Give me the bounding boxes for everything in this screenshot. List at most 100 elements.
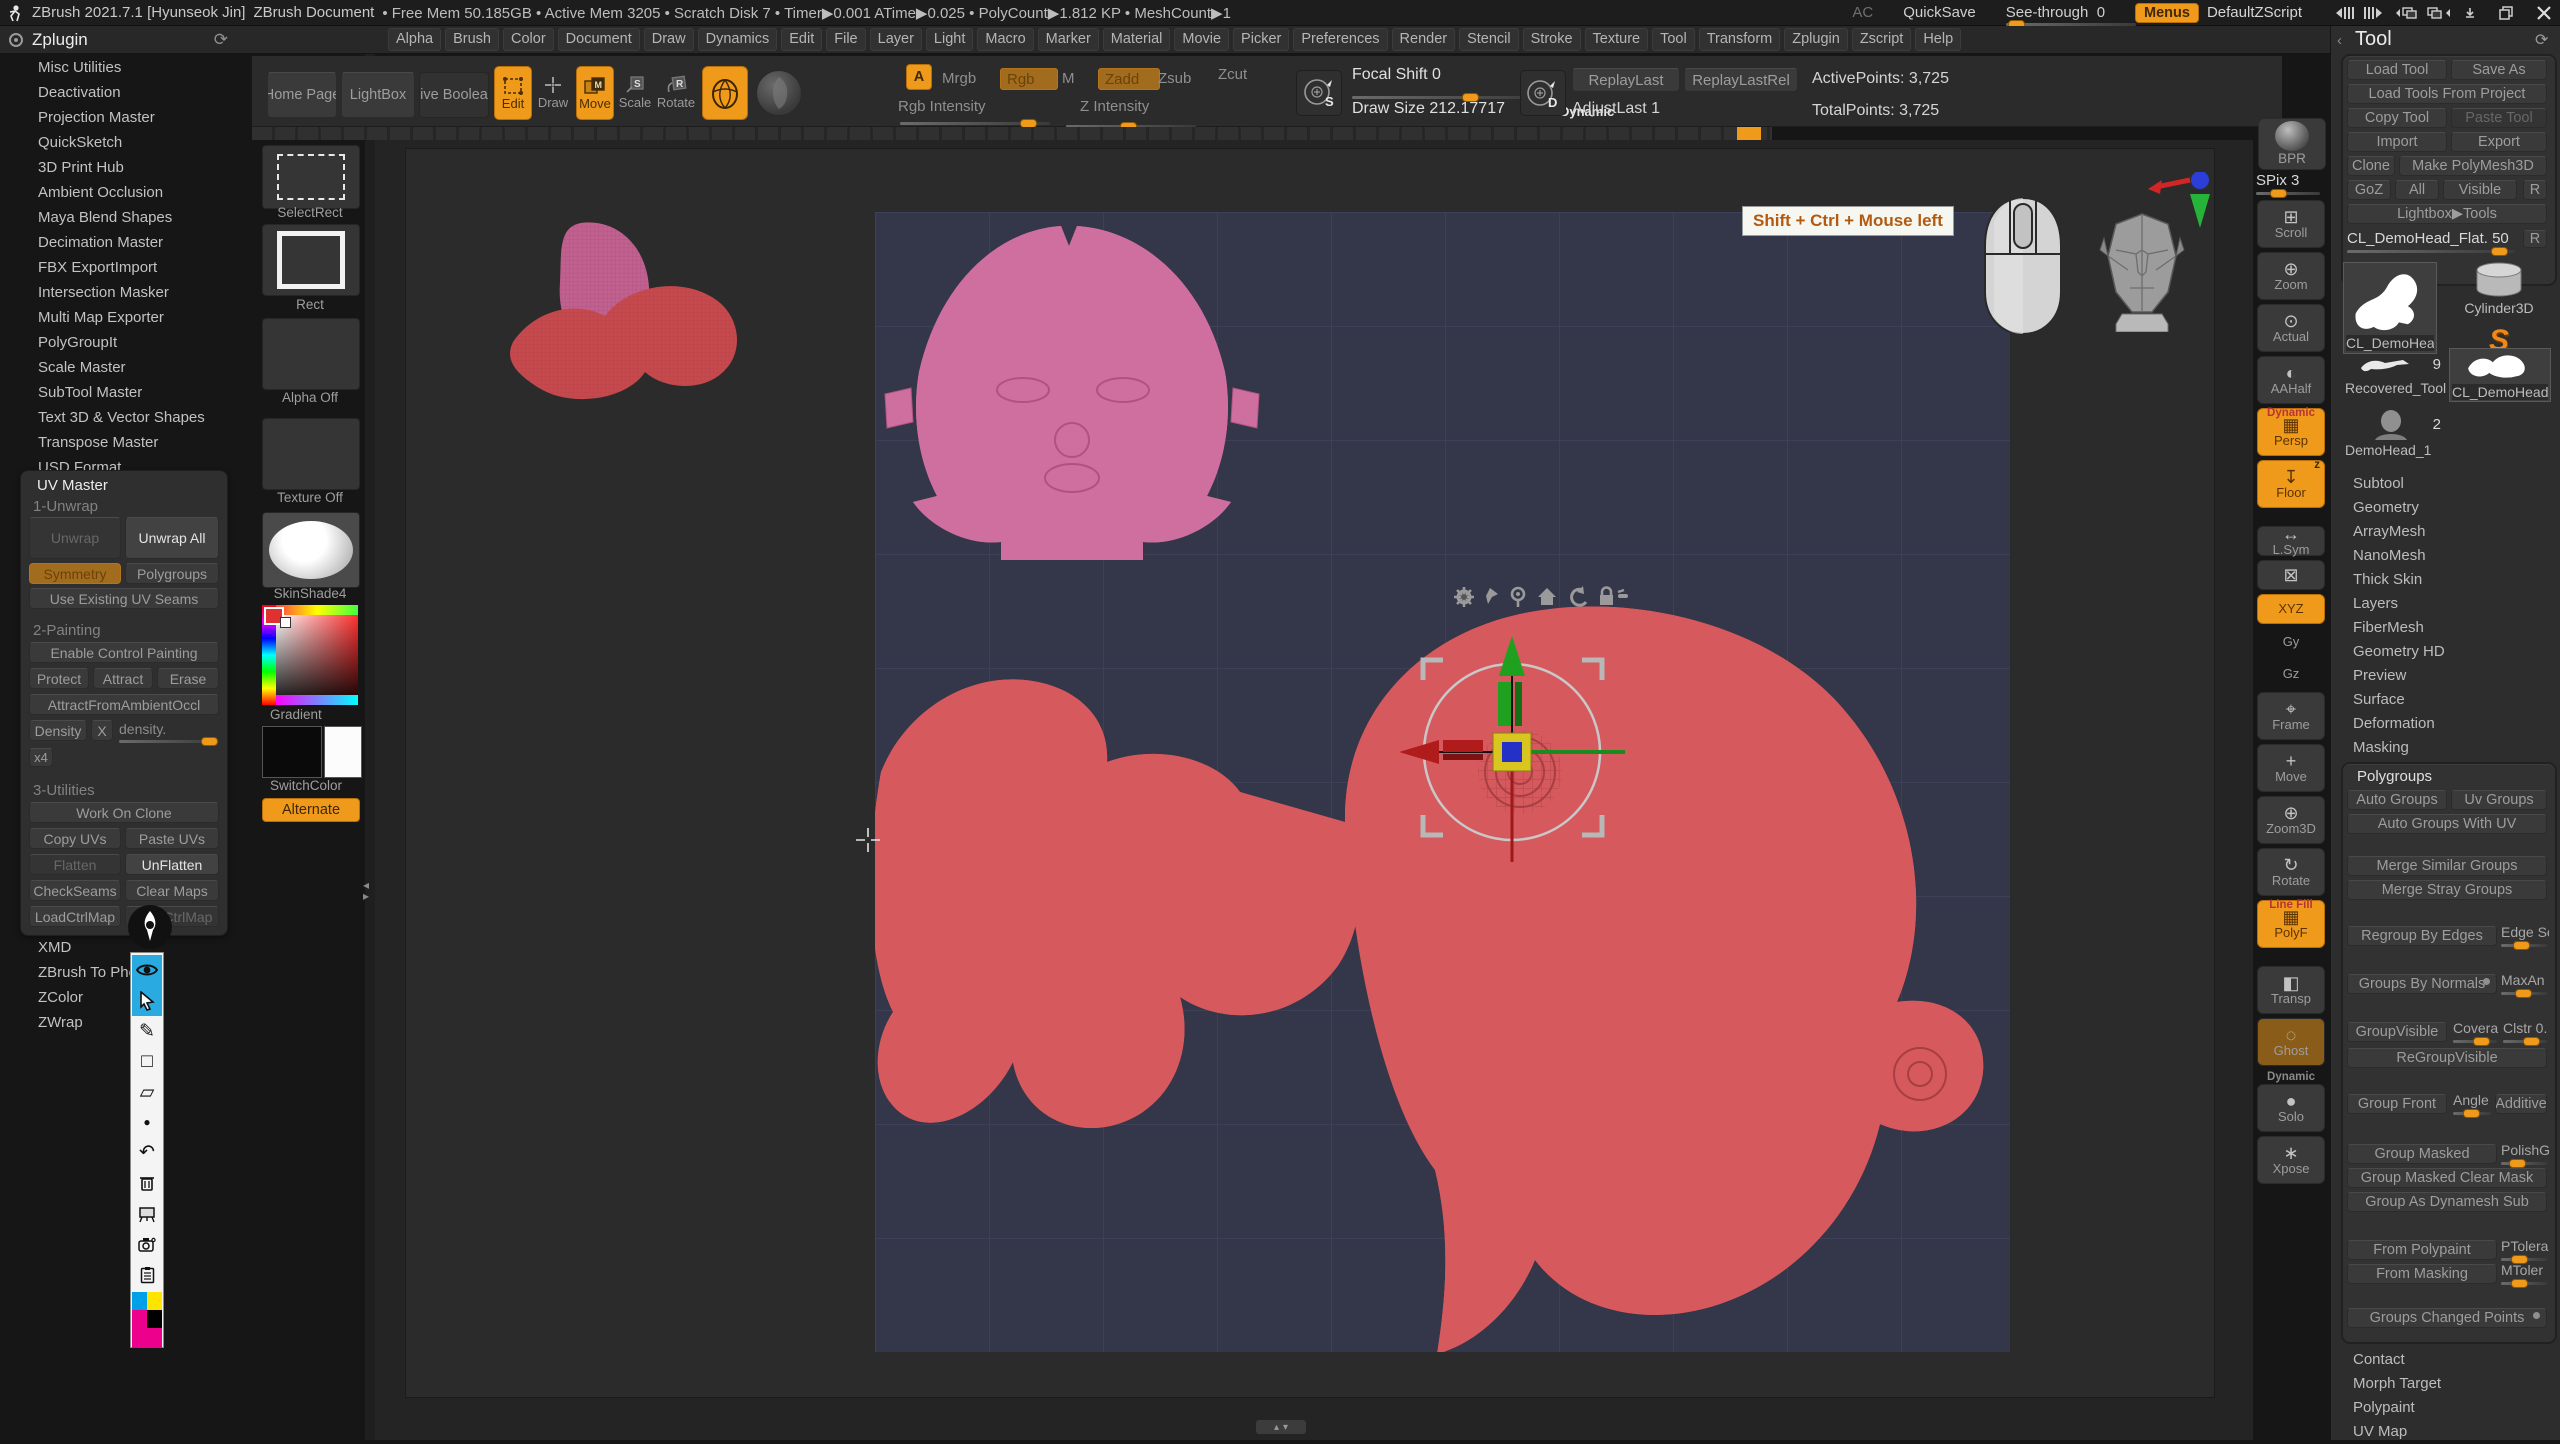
replay-last-rel-button[interactable]: ReplayLastRel bbox=[1684, 68, 1798, 92]
merge-similar-groups-button[interactable]: Merge Similar Groups bbox=[2347, 856, 2547, 876]
live-boolean-button[interactable]: Live Boolean bbox=[419, 72, 489, 118]
adjust-last-control[interactable]: AdjustLast 1 bbox=[1572, 100, 1660, 118]
transpose-gizmo[interactable] bbox=[1395, 630, 1630, 865]
checkseams-button[interactable]: CheckSeams bbox=[29, 880, 121, 901]
menu-item[interactable]: Stroke bbox=[1523, 28, 1581, 51]
work-on-clone-button[interactable]: Work On Clone bbox=[29, 802, 219, 823]
right-strip-button[interactable]: ⊠ bbox=[2257, 560, 2325, 590]
copy-uvs-button[interactable]: Copy UVs bbox=[29, 828, 121, 849]
tool-section-header[interactable]: Morph Target bbox=[2331, 1372, 2560, 1396]
camera-icon[interactable] bbox=[132, 1229, 162, 1259]
goz-r-button[interactable]: R bbox=[2523, 180, 2547, 200]
tool-section-header[interactable]: Deformation bbox=[2331, 712, 2560, 736]
tool-section-header[interactable]: NanoMesh bbox=[2331, 544, 2560, 568]
auto-groups-button[interactable]: Auto Groups bbox=[2347, 790, 2447, 810]
spix-slider[interactable] bbox=[2256, 192, 2320, 195]
menu-item[interactable]: Zscript bbox=[1852, 28, 1912, 51]
tool-panel-refresh-icon[interactable]: ⟳ bbox=[2535, 30, 2548, 50]
menu-item[interactable]: Layer bbox=[870, 28, 922, 51]
pencil-icon[interactable]: ✎ bbox=[132, 1016, 162, 1046]
lightbox-tools-button[interactable]: Lightbox▶Tools bbox=[2347, 204, 2547, 224]
load-tool-button[interactable]: Load Tool bbox=[2347, 60, 2447, 80]
divider-handle-icons[interactable] bbox=[2332, 5, 2386, 21]
mrgb-toggle[interactable]: Mrgb bbox=[942, 70, 976, 87]
zplugin-item[interactable]: ZColor bbox=[10, 986, 230, 1011]
right-strip-button[interactable]: Dynamic ▦ Persp bbox=[2257, 408, 2325, 456]
menu-item[interactable]: Dynamics bbox=[698, 28, 778, 51]
gizmo-green-handle[interactable] bbox=[1498, 682, 1511, 726]
canvas-bottom-scroll-handle[interactable]: ▴▾ bbox=[1256, 1420, 1306, 1434]
group-front-button[interactable]: Group Front bbox=[2347, 1094, 2447, 1114]
erase-button[interactable]: Erase bbox=[157, 668, 219, 689]
menu-item[interactable]: Texture bbox=[1585, 28, 1649, 51]
focal-shift-control[interactable]: Focal Shift 0 bbox=[1352, 66, 1441, 84]
zplugin-item[interactable]: SubTool Master bbox=[10, 381, 230, 406]
goz-button[interactable]: GoZ bbox=[2347, 180, 2391, 200]
tool-thumbnail-cylinder[interactable]: Cylinder3D bbox=[2449, 262, 2549, 318]
menu-item[interactable]: Light bbox=[926, 28, 973, 51]
right-strip-button[interactable]: ⊕ Zoom3D bbox=[2257, 796, 2325, 844]
eye-icon[interactable] bbox=[132, 955, 162, 985]
paste-uvs-button[interactable]: Paste UVs bbox=[125, 828, 219, 849]
undo-icon[interactable]: ↶ bbox=[132, 1138, 162, 1168]
regroup-by-edges-button[interactable]: Regroup By Edges bbox=[2347, 926, 2497, 946]
export-button[interactable]: Export bbox=[2451, 132, 2547, 152]
axis-orientation-widget[interactable] bbox=[2146, 172, 2218, 240]
zplugin-item[interactable]: Decimation Master bbox=[10, 231, 230, 256]
import-button[interactable]: Import bbox=[2347, 132, 2447, 152]
easel-icon[interactable] bbox=[132, 1199, 162, 1229]
tool-section-header[interactable]: ArrayMesh bbox=[2331, 520, 2560, 544]
menu-item[interactable]: Macro bbox=[977, 28, 1033, 51]
active-tool-r-button[interactable]: R bbox=[2523, 230, 2547, 248]
zplugin-item[interactable]: Text 3D & Vector Shapes bbox=[10, 406, 230, 431]
alpha-selector[interactable] bbox=[262, 318, 360, 390]
zplugin-item[interactable]: Ambient Occlusion bbox=[10, 181, 230, 206]
zsub-toggle[interactable]: Zsub bbox=[1158, 70, 1191, 87]
zadd-toggle[interactable]: Zadd bbox=[1098, 68, 1160, 90]
palette-refresh-icon[interactable]: ⟳ bbox=[214, 30, 228, 50]
zcut-toggle[interactable]: Zcut bbox=[1218, 66, 1247, 83]
right-strip-button[interactable]: Line Fill ▦ PolyF bbox=[2257, 900, 2325, 948]
gizmo-icon-row[interactable] bbox=[1452, 584, 1628, 610]
unflatten-button[interactable]: UnFlatten bbox=[125, 854, 219, 875]
zplugin-item[interactable]: Maya Blend Shapes bbox=[10, 206, 230, 231]
rgb-intensity-slider[interactable] bbox=[900, 122, 1050, 125]
color-picker[interactable] bbox=[262, 605, 358, 705]
right-strip-button[interactable]: XYZ bbox=[2257, 594, 2325, 624]
zplugin-item[interactable]: PolyGroupIt bbox=[10, 331, 230, 356]
groups-changed-points-button[interactable]: Groups Changed Points bbox=[2347, 1308, 2547, 1328]
active-tool-slider-label[interactable]: CL_DemoHead_Flat. 50 bbox=[2347, 230, 2517, 247]
right-strip-button[interactable]: ⌖ Frame bbox=[2257, 692, 2325, 740]
zplugin-item[interactable]: Multi Map Exporter bbox=[10, 306, 230, 331]
rectangle-icon[interactable]: □ bbox=[132, 1046, 162, 1076]
merge-stray-groups-button[interactable]: Merge Stray Groups bbox=[2347, 880, 2547, 900]
alternate-button[interactable]: Alternate bbox=[262, 798, 360, 822]
gizmo-green-arrow[interactable] bbox=[1499, 636, 1525, 676]
menu-item[interactable]: Zplugin bbox=[1784, 28, 1848, 51]
gizmo-red-arrow[interactable] bbox=[1399, 740, 1439, 764]
edit-mode-button[interactable]: Edit bbox=[494, 66, 532, 120]
focal-shift-slider[interactable] bbox=[1352, 96, 1542, 99]
density-multiplier-button[interactable]: x4 bbox=[29, 748, 53, 767]
left-divider[interactable] bbox=[365, 54, 375, 1440]
default-zscript-button[interactable]: DefaultZScript bbox=[2207, 4, 2302, 21]
tool-thumbnail-recovered[interactable]: 9 Recovered_Tool bbox=[2343, 356, 2447, 404]
clone-button[interactable]: Clone bbox=[2347, 156, 2395, 176]
right-strip-button[interactable]: + Move bbox=[2257, 744, 2325, 792]
menu-item[interactable]: Material bbox=[1103, 28, 1171, 51]
menu-item[interactable]: File bbox=[826, 28, 865, 51]
zplugin-item[interactable]: ZBrush To Photo bbox=[10, 961, 230, 986]
copy-tool-button[interactable]: Copy Tool bbox=[2347, 108, 2447, 128]
groups-by-normals-button[interactable]: Groups By Normals bbox=[2347, 974, 2497, 994]
additive-toggle[interactable]: Additive bbox=[2495, 1094, 2547, 1114]
zplugin-item[interactable]: Deactivation bbox=[10, 81, 230, 106]
gizmo-red-handle[interactable] bbox=[1443, 740, 1483, 752]
right-strip-button[interactable]: Gy bbox=[2258, 628, 2324, 656]
attract-button[interactable]: Attract bbox=[93, 668, 153, 689]
m-toggle[interactable]: M bbox=[1062, 70, 1075, 87]
stroke-modifier-d-button[interactable]: D bbox=[1520, 70, 1566, 116]
cluster-slider[interactable] bbox=[2503, 1040, 2547, 1043]
tool-thumbnail-demohead1[interactable]: 2 DemoHead_1 bbox=[2343, 410, 2447, 460]
close-icon[interactable] bbox=[2530, 5, 2560, 21]
tool-section-header[interactable]: Preview bbox=[2331, 664, 2560, 688]
